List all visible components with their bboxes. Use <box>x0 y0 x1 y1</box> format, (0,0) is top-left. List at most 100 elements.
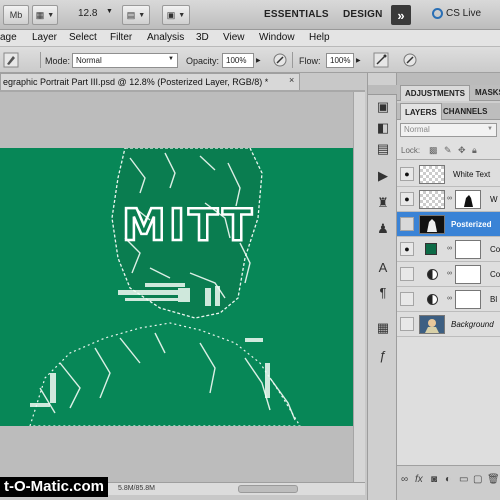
flow-value: 100% <box>330 56 351 65</box>
tab-channels[interactable]: CHANNELS <box>443 107 487 116</box>
chain-link-icon[interactable]: ∞ <box>447 270 452 277</box>
view-extras-button[interactable]: ▦ ▼ <box>32 5 58 25</box>
actions-icon[interactable]: ◧ <box>374 120 392 136</box>
visibility-eye-icon[interactable]: ● <box>400 192 414 206</box>
flow-field[interactable]: 100% <box>326 53 354 68</box>
layer-row[interactable]: ● Background <box>397 312 500 337</box>
adjustment-layer-icon <box>427 294 438 305</box>
paragraph-icon[interactable]: ¶ <box>374 284 392 300</box>
visibility-eye-icon[interactable]: ● <box>400 317 414 331</box>
lock-position-icon[interactable]: ✥ <box>458 145 466 156</box>
panel-grip[interactable] <box>397 73 500 85</box>
layer-row[interactable]: ● ∞ Bl <box>397 287 500 312</box>
menu-3d[interactable]: 3D <box>196 32 209 43</box>
arrange-documents-button[interactable]: ▤ ▼ <box>122 5 150 25</box>
visibility-eye-icon[interactable]: ● <box>400 292 414 306</box>
vertical-scrollbar[interactable] <box>353 92 365 482</box>
workspace-essentials[interactable]: ESSENTIALS <box>264 9 329 20</box>
zoom-dropdown-icon[interactable]: ▼ <box>106 8 113 15</box>
options-bar: Mode: Normal ▼ Opacity: 100% ▶ Flow: 100… <box>0 47 500 73</box>
link-layers-icon[interactable]: ∞ <box>401 474 408 485</box>
cs-live-label: CS Live <box>446 8 482 19</box>
tab-adjustments[interactable]: ADJUSTMENTS <box>400 85 471 101</box>
visibility-eye-icon[interactable]: ● <box>400 242 414 256</box>
tab-masks[interactable]: MASKS <box>475 88 500 97</box>
tab-layers[interactable]: LAYERS <box>400 103 442 120</box>
layers-panel-footer: ∞ fx ◙ ◐ ▭ ▢ 🗑︎ <box>397 465 500 500</box>
watermark-banner: t-O-Matic.com <box>0 477 109 497</box>
chain-link-icon[interactable]: ∞ <box>447 295 452 302</box>
menu-analysis[interactable]: Analysis <box>147 32 184 43</box>
visibility-eye-icon[interactable]: ● <box>400 217 414 231</box>
zoom-level[interactable]: 12.8 <box>78 8 97 19</box>
menu-select[interactable]: Select <box>69 32 97 43</box>
menu-filter[interactable]: Filter <box>110 32 132 43</box>
layer-row[interactable]: ● ∞ Co <box>397 262 500 287</box>
brush-presets-icon[interactable]: ♜ <box>374 195 392 211</box>
history-icon[interactable]: ▣ <box>374 99 392 115</box>
chain-link-icon[interactable]: ∞ <box>447 195 452 202</box>
layer-row[interactable]: ● ∞ Co <box>397 237 500 262</box>
layer-name: Co <box>490 245 500 254</box>
trash-icon[interactable]: 🗑︎ <box>487 474 500 485</box>
canvas-area[interactable]: MITT <box>0 92 365 482</box>
workspace-design[interactable]: DESIGN <box>343 9 383 20</box>
minibridge-button[interactable]: Mb <box>3 5 29 25</box>
lock-label: Lock: <box>401 146 421 155</box>
cs-live-button[interactable]: CS Live <box>432 8 481 19</box>
dock-grip[interactable] <box>368 85 397 95</box>
lock-transparency-icon[interactable]: ▩ <box>429 145 438 156</box>
document-image[interactable]: MITT <box>0 148 353 426</box>
application-bar: Mb ▦ ▼ 12.8 ▼ ▤ ▼ ▣ ▼ ESSENTIALS DESIGN » C… <box>0 0 500 30</box>
brush-settings-icon[interactable] <box>3 52 19 68</box>
layer-thumbnail <box>419 190 445 209</box>
add-mask-icon[interactable]: ◙ <box>431 474 437 485</box>
portrait-thumbnail-icon <box>427 219 437 232</box>
layer-mask-thumbnail[interactable] <box>455 240 481 259</box>
document-tab[interactable]: egraphic Portrait Part III.psd @ 12.8% (… <box>0 73 300 90</box>
menu-view[interactable]: View <box>223 32 245 43</box>
layer-mask-thumbnail[interactable] <box>455 290 481 309</box>
layer-row[interactable]: ● ∞ W <box>397 187 500 212</box>
more-workspaces-button[interactable]: » <box>391 5 411 25</box>
fx-styles-icon[interactable]: ƒ <box>374 347 392 363</box>
layer-mask-thumbnail[interactable] <box>455 265 481 284</box>
opacity-dropdown-icon[interactable]: ▶ <box>256 57 261 64</box>
blend-mode-select[interactable]: Normal ▼ <box>400 123 497 137</box>
flow-dropdown-icon[interactable]: ▶ <box>356 57 361 64</box>
pressure-size-icon[interactable] <box>402 52 418 68</box>
tool-presets-icon[interactable]: ▦ <box>374 320 392 336</box>
visibility-eye-icon[interactable]: ● <box>400 167 414 181</box>
cs-live-icon <box>432 8 443 19</box>
mode-select[interactable]: Normal ▼ <box>72 53 178 68</box>
clone-source-icon[interactable]: ♟ <box>374 221 392 237</box>
menu-help[interactable]: Help <box>309 32 330 43</box>
character-icon[interactable]: A <box>374 259 392 275</box>
airbrush-icon[interactable] <box>373 52 389 68</box>
lock-all-icon[interactable]: 🔒︎ <box>472 145 477 156</box>
play-icon[interactable]: ▶ <box>374 168 392 184</box>
new-group-icon[interactable]: ▭ <box>459 474 468 485</box>
horizontal-scroll-thumb[interactable] <box>238 485 298 493</box>
new-layer-icon[interactable]: ▢ <box>473 474 482 485</box>
opacity-field[interactable]: 100% <box>222 53 254 68</box>
visibility-eye-icon[interactable]: ● <box>400 267 414 281</box>
flow-label: Flow: <box>299 56 321 66</box>
layer-mask-thumbnail[interactable] <box>455 190 481 209</box>
separator <box>40 52 41 68</box>
pressure-opacity-icon[interactable] <box>272 52 288 68</box>
layer-style-icon[interactable]: fx <box>415 474 423 485</box>
menu-layer[interactable]: Layer <box>32 32 57 43</box>
chain-link-icon[interactable]: ∞ <box>447 245 452 252</box>
blend-mode-value: Normal <box>404 125 430 134</box>
swatches-icon[interactable]: ▤ <box>374 141 392 157</box>
close-document-icon[interactable]: × <box>289 75 294 85</box>
lock-pixels-icon[interactable]: ✎ <box>444 145 452 156</box>
screen-mode-button[interactable]: ▣ ▼ <box>162 5 190 25</box>
menu-image[interactable]: age <box>0 32 17 43</box>
layer-row[interactable]: ● White Text <box>397 162 500 187</box>
adjustment-layer-icon[interactable]: ◐ <box>445 474 451 485</box>
menu-window[interactable]: Window <box>259 32 295 43</box>
menu-bar: age Layer Select Filter Analysis 3D View… <box>0 30 500 47</box>
layer-row-selected[interactable]: ● Posterized <box>397 212 500 237</box>
